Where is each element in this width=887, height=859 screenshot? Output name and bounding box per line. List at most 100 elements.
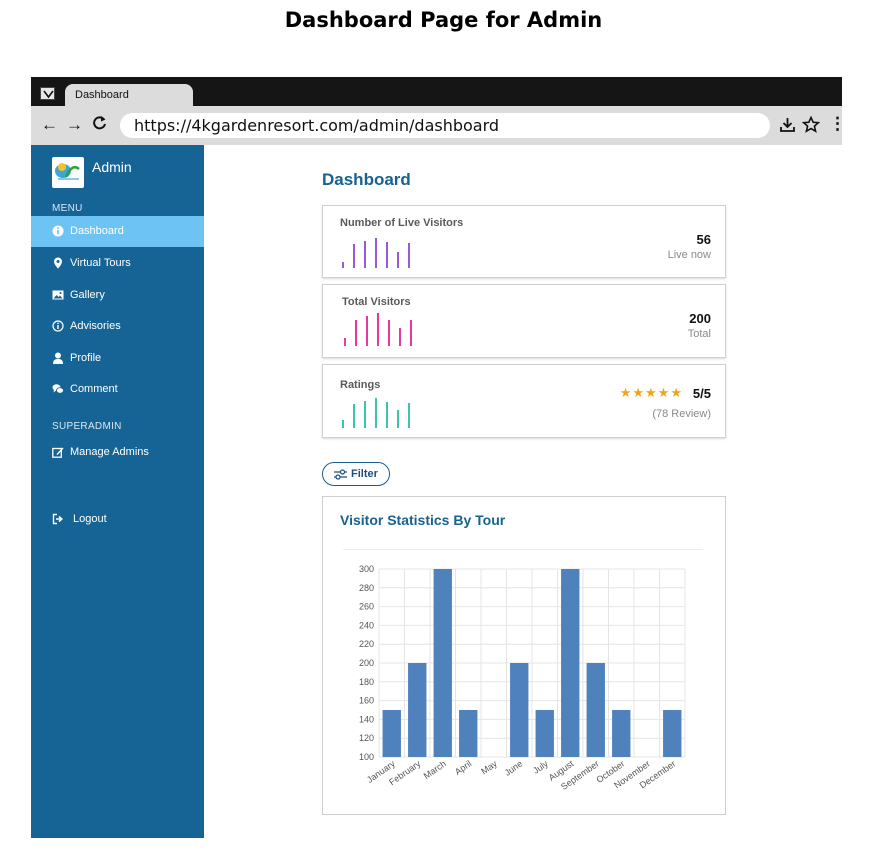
address-bar: ← → https://4kgardenresort.com/admin/das… (31, 106, 846, 145)
sparkline-bar (364, 401, 366, 428)
reload-icon (93, 116, 106, 130)
sparkline-bar (342, 262, 344, 268)
y-tick-label: 220 (359, 639, 374, 649)
y-tick-label: 160 (359, 696, 374, 706)
sparkline-bar (375, 398, 377, 428)
location-pin-icon (54, 257, 62, 269)
rating-stars-icon: ★★★★★ (619, 385, 683, 400)
main-title: Dashboard (322, 170, 411, 189)
ratings-sparkline (342, 396, 412, 428)
chart-bar (408, 663, 427, 757)
sparkline-bar (397, 410, 399, 428)
image-icon (52, 290, 64, 300)
menu-section-label: MENU (52, 203, 83, 214)
sidebar-item-gallery[interactable]: Gallery (31, 280, 204, 311)
sparkline-bar (399, 328, 401, 346)
sidebar-item-label: Virtual Tours (70, 257, 131, 269)
sidebar-item-manage-admins[interactable]: Manage Admins (31, 437, 204, 468)
live-visitors-sub: Live now (667, 249, 711, 261)
chart-bar (586, 663, 605, 757)
more-menu-icon[interactable]: ⋮ (829, 114, 846, 134)
chart-bar (561, 569, 580, 757)
x-tick-label: June (503, 758, 525, 777)
x-tick-label: April (453, 758, 473, 777)
sidebar-item-label: Profile (70, 352, 102, 364)
filter-button[interactable]: Filter (322, 462, 390, 486)
card-title: Ratings (340, 379, 381, 391)
chart-bar (382, 710, 401, 757)
reload-button[interactable] (92, 115, 107, 136)
x-tick-label: March (422, 758, 448, 781)
total-visitors-value: 200 (689, 311, 711, 326)
y-tick-label: 100 (359, 752, 374, 762)
tab-menu-icon[interactable] (40, 87, 55, 100)
filter-label: Filter (351, 468, 378, 480)
sparkline-bar (388, 320, 390, 346)
x-tick-label: May (479, 758, 499, 776)
rating-value: 5/5 (692, 386, 711, 401)
browser-tab[interactable]: Dashboard (65, 84, 193, 106)
y-tick-label: 280 (359, 583, 374, 593)
sparkline-bar (353, 244, 355, 268)
sparkline-bar (408, 243, 410, 268)
forward-button[interactable]: → (66, 115, 83, 135)
page-heading: Dashboard Page for Admin (284, 8, 603, 32)
back-button[interactable]: ← (41, 115, 58, 135)
y-tick-label: 180 (359, 677, 374, 687)
sparkline-bar (386, 402, 388, 428)
total-visitors-sparkline (344, 313, 419, 346)
filter-sliders-icon (334, 469, 347, 480)
download-icon[interactable] (779, 116, 796, 138)
y-tick-label: 200 (359, 658, 374, 668)
sidebar: Admin MENU Dashboard Virtual Tours Galle… (31, 145, 204, 838)
sparkline-bar (364, 241, 366, 268)
visitor-statistics-chart: 100120140160180200220240260280300January… (359, 564, 686, 792)
sidebar-item-label: Advisories (70, 320, 121, 332)
sidebar-item-dashboard[interactable]: Dashboard (31, 216, 204, 247)
admin-name: Admin (92, 159, 132, 175)
y-tick-label: 240 (359, 620, 374, 630)
sidebar-item-label: Manage Admins (70, 446, 149, 458)
bookmark-star-icon[interactable] (801, 115, 821, 138)
sparkline-bar (344, 338, 346, 346)
chart-bar (612, 710, 631, 757)
sparkline-bar (355, 320, 357, 346)
ratings-card: Ratings ★★★★★ 5/5 (78 Review) (322, 364, 726, 438)
card-title: Number of Live Visitors (340, 217, 464, 229)
y-tick-label: 260 (359, 602, 374, 612)
sidebar-item-profile[interactable]: Profile (31, 343, 204, 374)
user-icon (53, 352, 63, 364)
info-icon (52, 225, 64, 237)
live-visitors-card: Number of Live Visitors 56 Live now (322, 205, 726, 278)
browser-tab-bar: Dashboard (31, 77, 842, 106)
edit-icon (52, 447, 64, 458)
chart-bar (535, 710, 554, 757)
live-visitors-sparkline (342, 236, 412, 268)
sparkline-bar (408, 403, 410, 428)
chart-bar (459, 710, 478, 757)
sparkline-bar (342, 420, 344, 428)
sparkline-bar (410, 320, 412, 346)
sidebar-item-label: Logout (73, 513, 107, 525)
sparkline-bar (353, 404, 355, 428)
info-icon (52, 320, 64, 332)
sparkline-bar (386, 242, 388, 268)
sidebar-item-label: Dashboard (70, 225, 124, 237)
sparkline-bar (377, 313, 379, 346)
sidebar-item-logout[interactable]: Logout (31, 504, 204, 535)
chart-bar (433, 569, 452, 757)
sparkline-bar (366, 316, 368, 346)
live-visitors-value: 56 (696, 232, 711, 247)
visitor-statistics-card: Visitor Statistics By Tour 100 120 140 160 1… (322, 496, 726, 815)
sidebar-item-comment[interactable]: Comment (31, 374, 204, 405)
url-input[interactable]: https://4kgardenresort.com/admin/dashboa… (120, 113, 770, 138)
total-visitors-sub: Total (687, 328, 711, 340)
card-title: Total Visitors (342, 296, 411, 308)
y-tick-label: 140 (359, 714, 374, 724)
chart-bar (510, 663, 529, 757)
y-tick-label: 300 (359, 564, 374, 574)
sidebar-item-advisories[interactable]: Advisories (31, 311, 204, 342)
sidebar-item-virtual-tours[interactable]: Virtual Tours (31, 248, 204, 279)
superadmin-section-label: SUPERADMIN (52, 421, 122, 432)
logout-icon (52, 513, 64, 525)
